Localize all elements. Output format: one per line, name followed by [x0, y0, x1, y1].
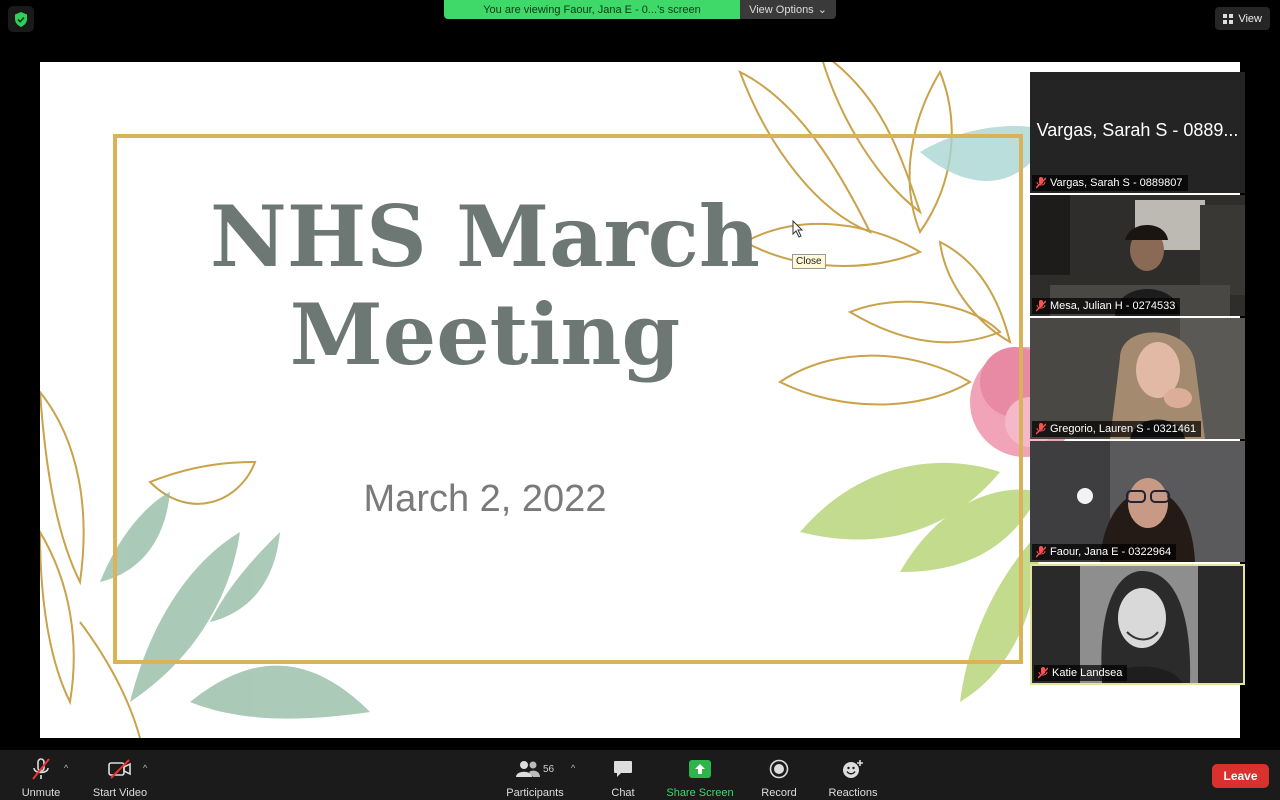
unmute-label: Unmute	[21, 787, 61, 799]
participant-label-text: Faour, Jana E - 0322964	[1050, 546, 1172, 558]
video-options-caret-icon[interactable]: ^	[143, 763, 147, 773]
record-button[interactable]: Record	[759, 758, 799, 799]
meeting-toolbar: Unmute ^ Start Video ^ 56 Participants ^…	[0, 750, 1280, 800]
muted-mic-icon	[1036, 423, 1046, 435]
record-label: Record	[761, 787, 797, 799]
participant-tile[interactable]: Vargas, Sarah S - 0889... Vargas, Sarah …	[1030, 72, 1245, 193]
participant-label-text: Gregorio, Lauren S - 0321461	[1050, 423, 1197, 435]
participant-label-text: Katie Landsea	[1052, 667, 1123, 679]
close-tooltip: Close	[792, 254, 826, 269]
slide-title-line1: NHS March	[210, 187, 760, 286]
audio-options-caret-icon[interactable]: ^	[64, 763, 68, 773]
view-button-label: View	[1238, 12, 1262, 25]
reactions-label: Reactions	[828, 787, 878, 799]
viewing-banner-text: You are viewing Faour, Jana E - 0...'s s…	[483, 3, 701, 16]
muted-mic-icon	[1036, 300, 1046, 312]
view-options-button[interactable]: View Options ⌄	[740, 0, 836, 19]
top-bar: You are viewing Faour, Jana E - 0...'s s…	[0, 0, 1280, 62]
participant-gallery: Vargas, Sarah S - 0889... Vargas, Sarah …	[1030, 72, 1245, 687]
participant-tile-active-speaker[interactable]: Katie Landsea	[1030, 564, 1245, 685]
participant-label-text: Vargas, Sarah S - 0889807	[1050, 177, 1183, 189]
participants-label: Participants	[506, 787, 564, 799]
muted-mic-icon	[1036, 177, 1046, 189]
share-screen-button[interactable]: Share Screen	[664, 758, 736, 799]
leave-button[interactable]: Leave	[1212, 764, 1269, 788]
participant-label-text: Mesa, Julian H - 0274533	[1050, 300, 1176, 312]
chevron-down-icon: ⌄	[817, 4, 827, 16]
unmute-button[interactable]: Unmute	[18, 758, 64, 799]
chat-button[interactable]: Chat	[604, 758, 642, 799]
reactions-button[interactable]: Reactions	[826, 758, 880, 799]
share-screen-label: Share Screen	[666, 787, 734, 799]
participant-label: Gregorio, Lauren S - 0321461	[1032, 421, 1202, 437]
participants-button[interactable]: 56 Participants	[502, 758, 568, 799]
view-options-label: View Options	[749, 3, 814, 16]
muted-mic-icon	[32, 758, 50, 780]
participant-label: Mesa, Julian H - 0274533	[1032, 298, 1181, 314]
reactions-smiley-icon	[843, 760, 863, 778]
viewing-banner: You are viewing Faour, Jana E - 0...'s s…	[444, 0, 740, 19]
participant-tile[interactable]: Faour, Jana E - 0322964	[1030, 441, 1245, 562]
participant-tile[interactable]: Mesa, Julian H - 0274533	[1030, 195, 1245, 316]
view-button[interactable]: View	[1215, 7, 1270, 30]
mouse-cursor-icon	[792, 220, 804, 238]
participant-tile[interactable]: Gregorio, Lauren S - 0321461	[1030, 318, 1245, 439]
slide-date: March 2, 2022	[363, 478, 607, 520]
slide-title-line2: Meeting	[289, 285, 681, 384]
participant-count: 56	[542, 763, 555, 775]
participants-options-caret-icon[interactable]: ^	[571, 763, 575, 773]
record-icon	[769, 759, 789, 779]
video-off-icon	[108, 759, 131, 779]
participant-name-display: Vargas, Sarah S - 0889...	[1036, 120, 1239, 140]
participant-label: Katie Landsea	[1034, 665, 1128, 681]
chat-icon	[614, 761, 632, 777]
slide-title: NHS March Meeting	[170, 188, 800, 384]
participant-label: Faour, Jana E - 0322964	[1032, 544, 1177, 560]
muted-mic-icon	[1038, 667, 1048, 679]
share-screen-icon	[689, 760, 711, 778]
muted-mic-icon	[1036, 546, 1046, 558]
security-shield-icon[interactable]	[8, 6, 34, 32]
start-video-label: Start Video	[92, 787, 148, 799]
participant-label: Vargas, Sarah S - 0889807	[1032, 175, 1188, 191]
chat-label: Chat	[611, 787, 635, 799]
grid-icon	[1223, 13, 1234, 24]
participants-icon	[515, 761, 540, 777]
